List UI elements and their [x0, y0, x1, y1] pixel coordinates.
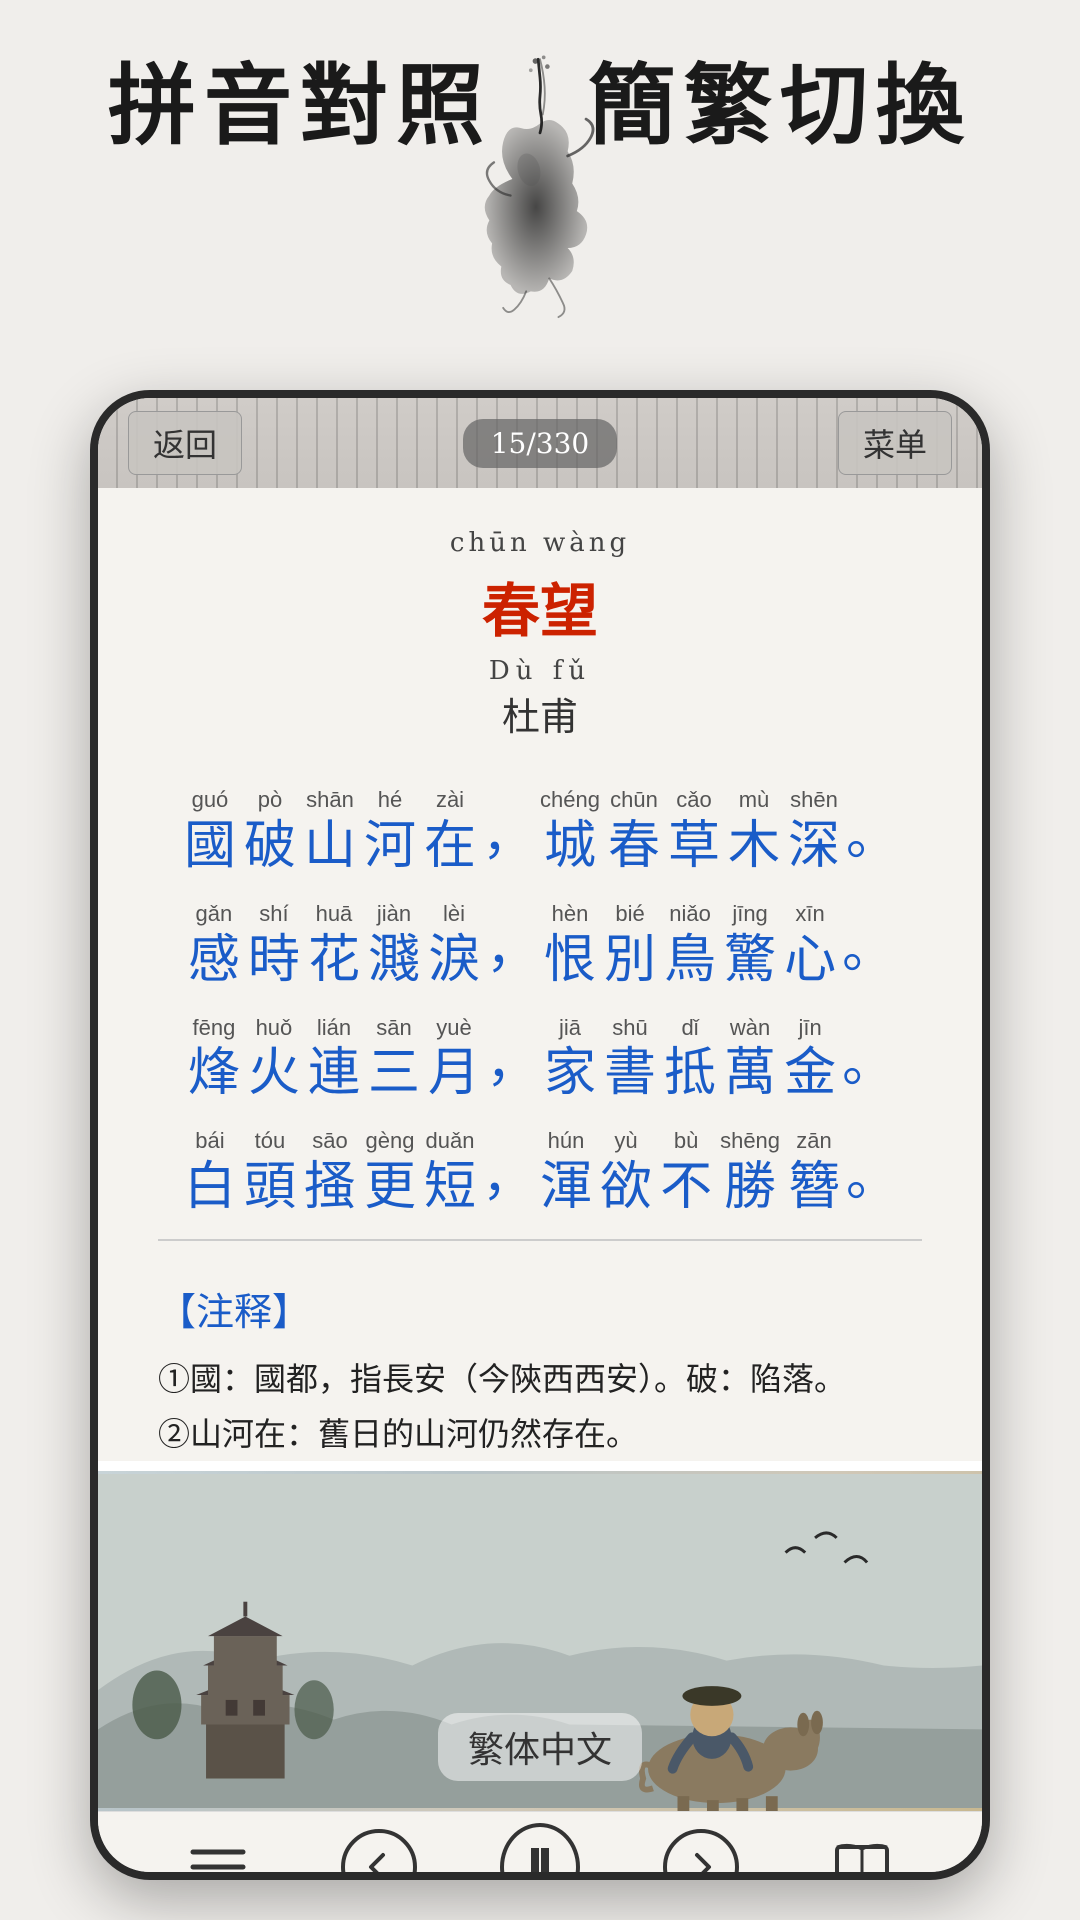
annotation-text: ①國：國都，指長安（今陝西西安）。破：陷落。 ②山河在：舊日的山河仍然存在。: [158, 1352, 922, 1461]
char-block: jīng 驚: [724, 899, 776, 992]
char-block: zān 簪: [788, 1126, 840, 1219]
punct-block: ，: [486, 885, 538, 993]
menu-icon: [188, 1842, 248, 1880]
bottom-nav: [98, 1811, 982, 1880]
punct-block: ，: [482, 1112, 534, 1220]
poem-line-2: gǎn 感 shí 時 huā 花 jiàn 濺 lèi 淚: [158, 885, 922, 993]
char-block: dǐ 抵: [664, 1013, 716, 1106]
annotation-section: 【注释】 ①國：國都，指長安（今陝西西安）。破：陷落。 ②山河在：舊日的山河仍然…: [98, 1281, 982, 1461]
book-icon: [832, 1839, 892, 1880]
prev-icon: [341, 1829, 417, 1880]
punct-block: 。: [842, 998, 894, 1106]
char-block: hèn 恨: [544, 899, 596, 992]
char-block: cǎo 草: [668, 785, 720, 878]
char-block: shū 書: [604, 1013, 656, 1106]
char-block: bù 不: [660, 1126, 712, 1219]
poem-line-3: fēng 烽 huǒ 火 lián 連 sān 三 yuè 月: [158, 998, 922, 1106]
top-bar: 返回 15/330 菜单: [98, 398, 982, 488]
bottom-image-area: 繁体中文: [98, 1471, 982, 1811]
char-block: shí 時: [248, 899, 300, 992]
next-button[interactable]: [661, 1827, 741, 1880]
prev-button[interactable]: [339, 1827, 419, 1880]
char-block: fēng 烽: [188, 1013, 240, 1106]
char-block: sān 三: [368, 1013, 420, 1106]
library-button[interactable]: [822, 1827, 902, 1880]
author-name: 杜甫: [158, 686, 922, 741]
poem-lines: guó 國 pò 破 shān 山 hé 河 zài 在: [158, 771, 922, 1219]
char-block: gèng 更: [364, 1126, 416, 1219]
char-block: hé 河: [364, 785, 416, 878]
poem-line-4: bái 白 tóu 頭 sāo 搔 gèng 更 duǎn 短: [158, 1112, 922, 1220]
char-block: huā 花: [308, 899, 360, 992]
char-block: pò 破: [244, 785, 296, 878]
char-block: yuè 月: [428, 1013, 480, 1106]
char-block: wàn 萬: [724, 1013, 776, 1106]
poem-line-1: guó 國 pò 破 shān 山 hé 河 zài 在: [158, 771, 922, 879]
menu-nav-button[interactable]: [178, 1827, 258, 1880]
char-block: shēn 深: [788, 785, 840, 878]
char-block: niǎo 鳥: [664, 899, 716, 992]
poem-title: 春望: [158, 564, 922, 648]
punct-block: 。: [846, 1112, 898, 1220]
punct-block: 。: [842, 885, 894, 993]
menu-button[interactable]: 菜单: [838, 411, 952, 475]
promo-area: 拼音對照 簡繁切換: [0, 0, 1080, 430]
phone-mockup: 返回 15/330 菜单 chūn wàng 春望 Dù fǔ 杜甫 guó 國…: [90, 390, 990, 1880]
char-block: mù 木: [728, 785, 780, 878]
char-block: gǎn 感: [188, 899, 240, 992]
content-area: chūn wàng 春望 Dù fǔ 杜甫 guó 國 pò 破 shān 山: [98, 488, 982, 1281]
char-block: guó 國: [184, 785, 236, 878]
char-block: jīn 金: [784, 1013, 836, 1106]
char-block: shēng 勝: [720, 1126, 780, 1219]
bottom-image-label: 繁体中文: [438, 1713, 642, 1781]
annotation-title: 【注释】: [158, 1281, 922, 1336]
char-block: tóu 頭: [244, 1126, 296, 1219]
char-block: hún 渾: [540, 1126, 592, 1219]
char-block: sāo 搔: [304, 1126, 356, 1219]
author-pinyin: Dù fǔ: [158, 656, 922, 686]
char-block: chūn 春: [608, 785, 660, 878]
pause-icon: [500, 1823, 580, 1880]
char-block: lián 連: [308, 1013, 360, 1106]
promo-title: 拼音對照 簡繁切換: [108, 60, 972, 157]
char-block: bié 別: [604, 899, 656, 992]
punct-block: ，: [486, 998, 538, 1106]
poem-title-pinyin: chūn wàng: [158, 528, 922, 558]
char-block: bái 白: [184, 1126, 236, 1219]
char-block: shān 山: [304, 785, 356, 878]
char-block: jiā 家: [544, 1013, 596, 1106]
char-block: duǎn 短: [424, 1126, 476, 1219]
char-block: chéng 城: [540, 785, 600, 878]
back-button[interactable]: 返回: [128, 411, 242, 475]
punct-block: ，: [482, 771, 534, 879]
char-block: jiàn 濺: [368, 899, 420, 992]
char-block: yù 欲: [600, 1126, 652, 1219]
page-counter: 15/330: [463, 419, 618, 468]
divider: [158, 1239, 922, 1241]
next-icon: [663, 1829, 739, 1880]
char-block: huǒ 火: [248, 1013, 300, 1106]
char-block: xīn 心: [784, 899, 836, 992]
char-block: zài 在: [424, 785, 476, 878]
pause-button[interactable]: [500, 1827, 580, 1880]
punct-block: 。: [846, 771, 898, 879]
char-block: lèi 淚: [428, 899, 480, 992]
